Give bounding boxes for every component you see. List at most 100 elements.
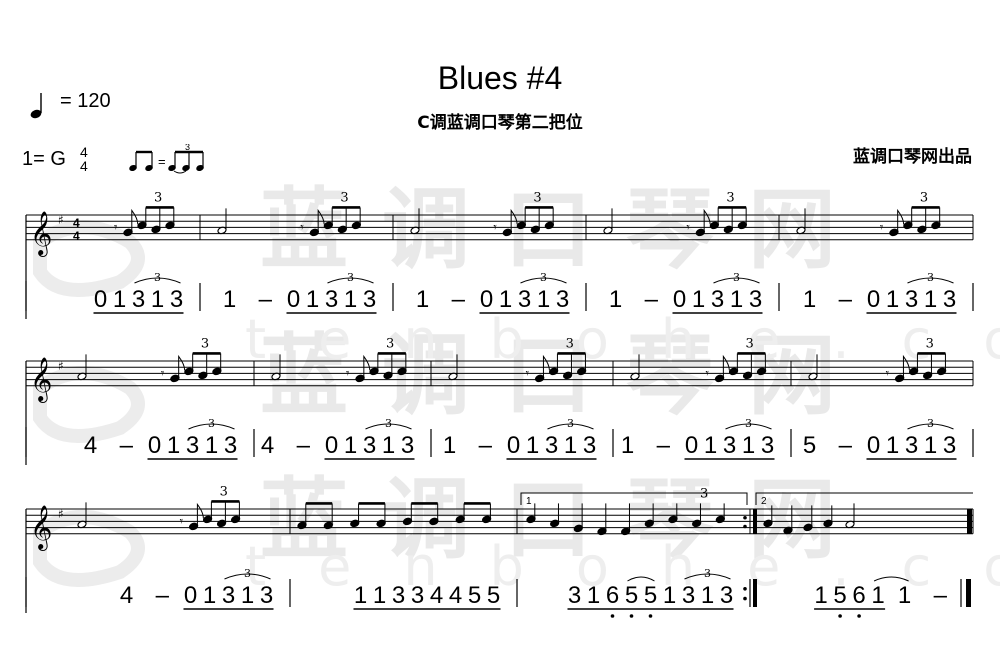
svg-text:3: 3 xyxy=(185,144,190,152)
dash-mark: – xyxy=(645,286,659,313)
jianpu-note: 5 xyxy=(644,582,657,609)
triplet-mark: 3 xyxy=(208,417,215,430)
dash-mark: – xyxy=(259,286,273,313)
jianpu-note: 0 xyxy=(148,432,161,459)
svg-text:=: = xyxy=(158,154,166,169)
treble-clef-icon: 𝄞 xyxy=(30,211,52,257)
jianpu-note: 1 xyxy=(871,582,884,609)
triplet-mark: 3 xyxy=(533,190,541,205)
eighth-rest-icon: 𝄾 xyxy=(886,366,890,381)
time-signature-bottom: 4 xyxy=(80,158,88,174)
jianpu-note: 1 xyxy=(742,432,755,459)
jianpu-note: 1 xyxy=(814,582,827,609)
jianpu-note: 4 xyxy=(84,432,97,459)
key-signature-text: 1= G xyxy=(22,148,66,170)
jianpu-note: 0 xyxy=(94,286,107,313)
jianpu-note: 3 xyxy=(224,432,237,459)
jianpu-note: 0 xyxy=(867,286,880,313)
jianpu-note: 0 xyxy=(184,582,197,609)
triplet-mark: 3 xyxy=(704,567,711,580)
volta-label: 2 xyxy=(761,496,767,507)
eighth-rest-icon: 𝄾 xyxy=(300,220,304,235)
jianpu-note: 6 xyxy=(606,582,619,609)
triplet-mark: 3 xyxy=(386,336,394,351)
triplet-mark: 3 xyxy=(347,271,354,284)
song-title: Blues #4 xyxy=(437,60,563,96)
jianpu-note: 0 xyxy=(287,286,300,313)
jianpu-note: 4 xyxy=(120,582,133,609)
jianpu-note: 0 xyxy=(480,286,493,313)
triplet-mark: 3 xyxy=(540,271,547,284)
jianpu-note: 3 xyxy=(363,432,376,459)
swing-eighths-icon: = 3 xyxy=(129,144,204,174)
repeat-dot xyxy=(743,596,747,601)
harmonica-logo-icon xyxy=(33,220,145,297)
repeat-thick-line xyxy=(753,509,757,534)
jianpu-note: 1 xyxy=(416,286,429,313)
eighth-rest-icon: 𝄾 xyxy=(180,514,184,529)
jianpu-note: 5 xyxy=(468,582,481,609)
triplet-mark: 3 xyxy=(700,486,708,501)
time-signature-text: 4 4 xyxy=(80,145,88,173)
repeat-dot xyxy=(743,587,747,591)
jianpu-note: 4 xyxy=(261,432,274,459)
jianpu-note: 0 xyxy=(685,432,698,459)
eighth-rest-icon: 𝄾 xyxy=(706,366,710,381)
low-octave-dot xyxy=(629,614,634,618)
jianpu-note: 3 xyxy=(568,582,581,609)
dash-mark: – xyxy=(839,286,853,313)
eighth-rest-icon: 𝄾 xyxy=(526,366,530,381)
jianpu-note: 1 xyxy=(373,582,386,609)
triplet-mark: 3 xyxy=(244,567,251,580)
triplet-mark: 3 xyxy=(733,271,740,284)
jianpu-note: 3 xyxy=(260,582,273,609)
dash-mark: – xyxy=(934,582,948,609)
jianpu-note: 1 xyxy=(704,432,717,459)
eighth-rest-icon: 𝄾 xyxy=(161,366,165,381)
jianpu-note: 1 xyxy=(526,432,539,459)
triplet-mark: 3 xyxy=(567,417,574,430)
sheet-music-page: 蓝调口琴网蓝调口琴网蓝调口琴网tenbohe.comtenbohe.com 𝄞 ♯… xyxy=(0,0,1000,669)
jianpu-note: 3 xyxy=(556,286,569,313)
dash-mark: – xyxy=(452,286,466,313)
dash-mark: – xyxy=(156,582,170,609)
jianpu-note: 1 xyxy=(205,432,218,459)
low-octave-dot xyxy=(648,614,653,618)
jianpu-note: 1 xyxy=(587,582,600,609)
jianpu-note: 3 xyxy=(545,432,558,459)
eighth-rest-icon: 𝄾 xyxy=(346,366,350,381)
jianpu-note: 1 xyxy=(924,432,937,459)
jianpu-note: 1 xyxy=(803,286,816,313)
jianpu-note: 5 xyxy=(625,582,638,609)
jianpu-note: 1 xyxy=(113,286,126,313)
jianpu-note: 1 xyxy=(663,582,676,609)
jianpu-note: 3 xyxy=(711,286,724,313)
jianpu-note: 3 xyxy=(720,582,733,609)
harmonica-logo-icon xyxy=(33,510,145,587)
triplet-mark: 3 xyxy=(927,417,934,430)
sharp-icon: ♯ xyxy=(58,359,64,373)
jianpu-note: 3 xyxy=(325,286,338,313)
jianpu-note: 3 xyxy=(943,286,956,313)
eighth-rest-icon: 𝄾 xyxy=(114,220,118,235)
triplet-mark: 3 xyxy=(340,190,348,205)
jianpu-note: 1 xyxy=(886,432,899,459)
triplet-mark: 3 xyxy=(154,271,161,284)
jianpu-note: 3 xyxy=(905,286,918,313)
jianpu-note: 1 xyxy=(730,286,743,313)
eighth-rest-icon: 𝄾 xyxy=(493,220,497,235)
low-octave-dot xyxy=(610,614,615,618)
low-octave-dot xyxy=(838,614,842,618)
dash-mark: – xyxy=(120,432,134,459)
jianpu-note: 1 xyxy=(499,286,512,313)
publisher-credit: 蓝调口琴网出品 xyxy=(853,147,972,167)
volta-label: 1 xyxy=(526,496,532,507)
jianpu-note: 3 xyxy=(905,432,918,459)
jianpu-note: 1 xyxy=(537,286,550,313)
jianpu-note: 1 xyxy=(344,286,357,313)
jianpu-note: 1 xyxy=(886,286,899,313)
jianpu-note: 5 xyxy=(803,432,816,459)
jianpu-note: 3 xyxy=(749,286,762,313)
jianpu-note: 3 xyxy=(132,286,145,313)
jianpu-note: 1 xyxy=(241,582,254,609)
